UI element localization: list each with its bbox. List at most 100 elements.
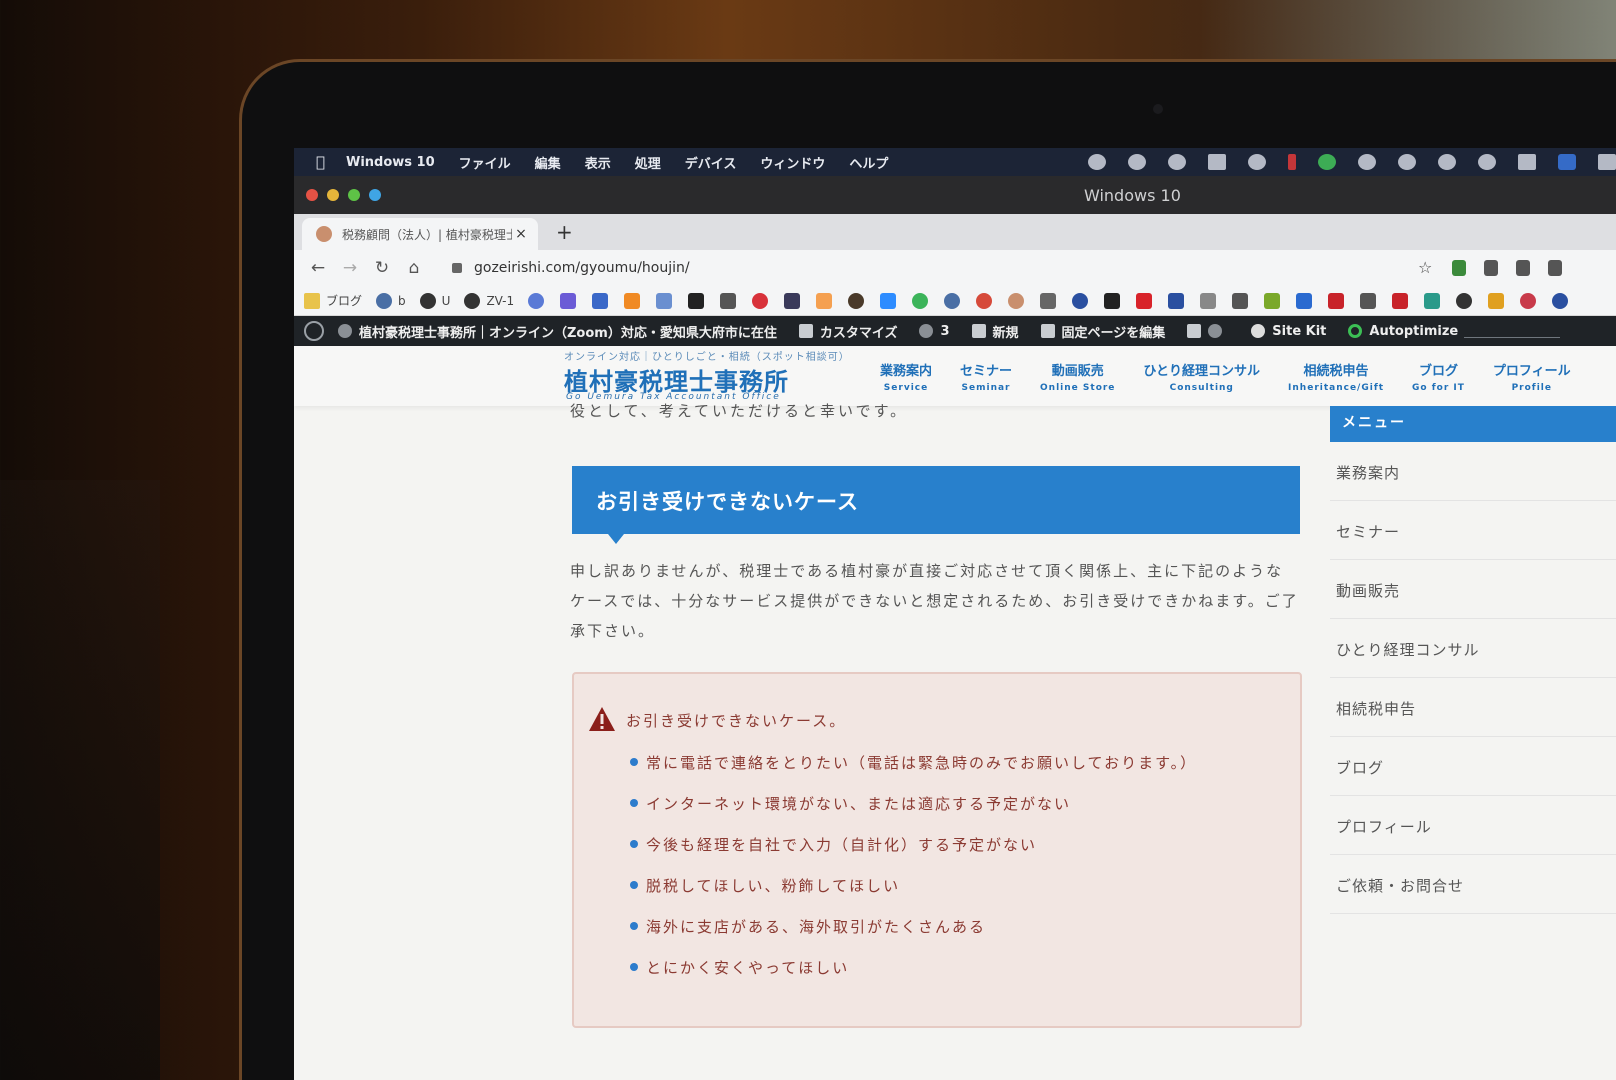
sidebar-item-profile[interactable]: プロフィール xyxy=(1330,796,1616,855)
flower-icon[interactable] xyxy=(752,292,769,309)
google-icon[interactable] xyxy=(976,292,993,309)
x-icon[interactable] xyxy=(1168,292,1185,309)
sidebar-item-inheritance[interactable]: 相続税申告 xyxy=(1330,678,1616,737)
calendar-icon[interactable] xyxy=(1518,154,1536,170)
menu-help[interactable]: ヘルプ xyxy=(849,153,888,172)
profile-icon[interactable] xyxy=(1008,292,1025,309)
wordpress-logo-icon[interactable] xyxy=(304,321,324,341)
notification-icon[interactable] xyxy=(1478,154,1496,170)
menu-file[interactable]: ファイル xyxy=(459,153,511,172)
nav-blog[interactable]: ブログ Go for IT xyxy=(1412,360,1465,393)
zoom-window-button[interactable] xyxy=(348,189,360,201)
dark-circle-icon[interactable] xyxy=(848,292,865,309)
pin-icon[interactable] xyxy=(1398,154,1416,170)
back-icon[interactable]: ← xyxy=(302,258,334,278)
list-icon[interactable] xyxy=(1040,292,1057,309)
display-icon[interactable] xyxy=(1598,154,1616,170)
notes-extension-icon[interactable] xyxy=(1484,260,1498,276)
wp-edit-page[interactable]: 固定ページを編集 xyxy=(1040,322,1165,341)
input-method-icon[interactable] xyxy=(1558,154,1576,170)
sidebar-item-service[interactable]: 業務案内 xyxy=(1330,442,1616,501)
c-app-icon[interactable] xyxy=(528,292,545,309)
coherence-button[interactable] xyxy=(369,189,381,201)
diamond-app-icon[interactable] xyxy=(1424,292,1441,309)
nav-seminar[interactable]: セミナー Seminar xyxy=(960,360,1012,393)
evernote-extension-icon[interactable] xyxy=(1452,260,1466,276)
wordpress-icon[interactable] xyxy=(944,292,961,309)
dropbox-icon[interactable] xyxy=(1208,154,1226,170)
calendar-check-icon[interactable] xyxy=(592,292,609,309)
cloud-sync-icon[interactable] xyxy=(1128,154,1146,170)
wp-autoptimize[interactable]: Autoptimize xyxy=(1348,324,1561,339)
vpn-icon[interactable] xyxy=(1248,154,1266,170)
face-app-icon[interactable] xyxy=(816,292,833,309)
parallels-icon[interactable] xyxy=(1288,154,1296,170)
nav-consulting[interactable]: ひとり経理コンサル Consulting xyxy=(1143,360,1260,393)
menu-window[interactable]: ウィンドウ xyxy=(760,153,825,172)
close-window-button[interactable] xyxy=(306,189,318,201)
menu-view[interactable]: 表示 xyxy=(585,153,611,172)
wp-sitekit[interactable]: Site Kit xyxy=(1251,324,1326,339)
sidebar-item-video[interactable]: 動画販売 xyxy=(1330,560,1616,619)
menu-devices[interactable]: デバイス xyxy=(685,153,737,172)
grid-app-icon[interactable] xyxy=(784,292,801,309)
circle-app-icon[interactable] xyxy=(1552,292,1569,309)
chat-icon[interactable] xyxy=(1168,154,1186,170)
menu-action[interactable]: 処理 xyxy=(635,153,661,172)
bookmark-blog-folder[interactable]: ブログ xyxy=(304,292,362,309)
rss-extension-icon[interactable] xyxy=(1548,260,1562,276)
new-tab-button[interactable]: + xyxy=(556,220,573,244)
nav-online-store[interactable]: 動画販売 Online Store xyxy=(1040,360,1115,393)
bookmark-u[interactable]: U xyxy=(419,292,450,309)
nav-profile[interactable]: プロフィール Profile xyxy=(1493,360,1571,393)
address-bar[interactable]: gozeirishi.com/gyoumu/houjin/ xyxy=(442,254,1442,282)
el-icon[interactable] xyxy=(1232,292,1249,309)
apple-icon[interactable]:  xyxy=(316,154,332,170)
wp-yoast[interactable] xyxy=(1187,324,1229,338)
rakuten-r-icon[interactable] xyxy=(1392,292,1409,309)
sidebar-item-seminar[interactable]: セミナー xyxy=(1330,501,1616,560)
nav-service[interactable]: 業務案内 Service xyxy=(880,360,932,393)
sidebar-item-contact[interactable]: ご依頼・お問合せ xyxy=(1330,855,1616,914)
sidebar-item-blog[interactable]: ブログ xyxy=(1330,737,1616,796)
status-flag-icon[interactable] xyxy=(1088,154,1106,170)
apple-bookmark-icon[interactable] xyxy=(1200,292,1217,309)
badge-icon[interactable] xyxy=(1520,292,1537,309)
coin-icon[interactable] xyxy=(1488,292,1505,309)
refresh-app-icon[interactable] xyxy=(624,292,641,309)
wp-customize[interactable]: カスタマイズ xyxy=(798,322,897,341)
menu-edit[interactable]: 編集 xyxy=(535,153,561,172)
reload-icon[interactable]: ↻ xyxy=(366,258,398,278)
arrow-app-icon[interactable] xyxy=(656,292,673,309)
chat-bubble-icon[interactable] xyxy=(912,292,929,309)
line-icon[interactable] xyxy=(1318,154,1336,170)
amazon-icon[interactable] xyxy=(1104,292,1121,309)
wp-new[interactable]: 新規 xyxy=(971,322,1019,341)
sidebar-item-consulting[interactable]: ひとり経理コンサル xyxy=(1330,619,1616,678)
tag-extension-icon[interactable] xyxy=(1516,260,1530,276)
j-app-icon[interactable] xyxy=(1296,292,1313,309)
tab-houjin[interactable]: 税務顧問（法人）| 植村豪税理士 × xyxy=(302,218,538,250)
nav-inheritance[interactable]: 相続税申告 Inheritance/Gift xyxy=(1288,360,1384,393)
minimize-window-button[interactable] xyxy=(327,189,339,201)
bookmark-wordpress-b[interactable]: b xyxy=(376,292,406,309)
firefox-icon[interactable] xyxy=(1072,292,1089,309)
square-app-icon[interactable] xyxy=(1264,292,1281,309)
upload-cloud-icon[interactable] xyxy=(1438,154,1456,170)
wp-updates[interactable]: 3 xyxy=(919,324,950,339)
clock-app-icon[interactable] xyxy=(688,292,705,309)
home-icon[interactable]: ⌂ xyxy=(398,258,430,278)
zoom-icon[interactable] xyxy=(880,292,897,309)
bookmark-zv1[interactable]: ZV-1 xyxy=(464,292,514,309)
doc-app-icon[interactable] xyxy=(1360,292,1377,309)
evernote-icon[interactable] xyxy=(1358,154,1376,170)
menu-app-name[interactable]: Windows 10 xyxy=(346,155,435,170)
close-tab-icon[interactable]: × xyxy=(512,226,530,242)
yahoo-icon[interactable] xyxy=(1136,292,1153,309)
globe-bookmark-icon[interactable] xyxy=(1456,292,1473,309)
bookmark-star-icon[interactable]: ☆ xyxy=(1418,258,1432,277)
rakuten-icon[interactable] xyxy=(1328,292,1345,309)
printer-icon[interactable] xyxy=(720,292,737,309)
forward-icon[interactable]: → xyxy=(334,258,366,278)
play-icon[interactable] xyxy=(560,292,577,309)
